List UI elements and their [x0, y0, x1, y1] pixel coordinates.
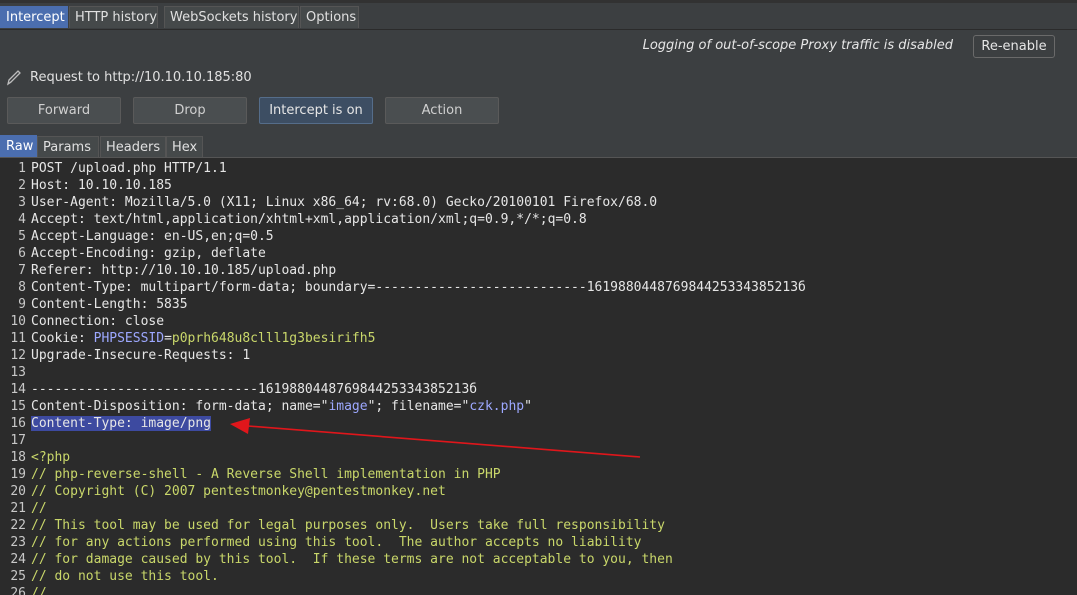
tab-params[interactable]: Params: [37, 136, 99, 157]
annotation-arrow-head: [230, 418, 250, 434]
tab-http-history[interactable]: HTTP history: [69, 6, 158, 28]
logging-notice-text: Logging of out-of-scope Proxy traffic is…: [642, 38, 953, 53]
forward-button[interactable]: Forward: [7, 97, 121, 124]
tab-raw[interactable]: Raw: [0, 135, 37, 157]
tab-strip-divider: [0, 0, 1077, 3]
tab-headers[interactable]: Headers: [100, 136, 166, 157]
action-button[interactable]: Action: [385, 97, 499, 124]
proxy-tab-bar: Intercept HTTP history WebSockets histor…: [0, 0, 1077, 30]
message-view-tabs: Raw Params Headers Hex: [0, 135, 1077, 158]
raw-request-editor[interactable]: 1 POST /upload.php HTTP/1.1 2 Host: 10.10.1…: [0, 158, 1077, 595]
pencil-icon: [6, 70, 21, 86]
tab-options[interactable]: Options: [300, 6, 359, 28]
tab-hex[interactable]: Hex: [166, 136, 203, 157]
intercept-toggle-button[interactable]: Intercept is on: [259, 97, 373, 124]
logging-notice-bar: Logging of out-of-scope Proxy traffic is…: [0, 30, 1077, 64]
tab-websockets-history[interactable]: WebSockets history: [164, 6, 299, 28]
annotation-arrow-shaft: [247, 425, 641, 458]
drop-button[interactable]: Drop: [133, 97, 247, 124]
re-enable-button[interactable]: Re-enable: [973, 35, 1055, 58]
annotation-arrow: [230, 418, 641, 458]
request-target: Request to http://10.10.10.185:80: [0, 66, 1077, 90]
intercept-toolbar: Forward Drop Intercept is on Action: [0, 96, 1077, 126]
tab-intercept[interactable]: Intercept: [0, 6, 68, 28]
request-target-label: Request to http://10.10.10.185:80: [30, 70, 252, 85]
